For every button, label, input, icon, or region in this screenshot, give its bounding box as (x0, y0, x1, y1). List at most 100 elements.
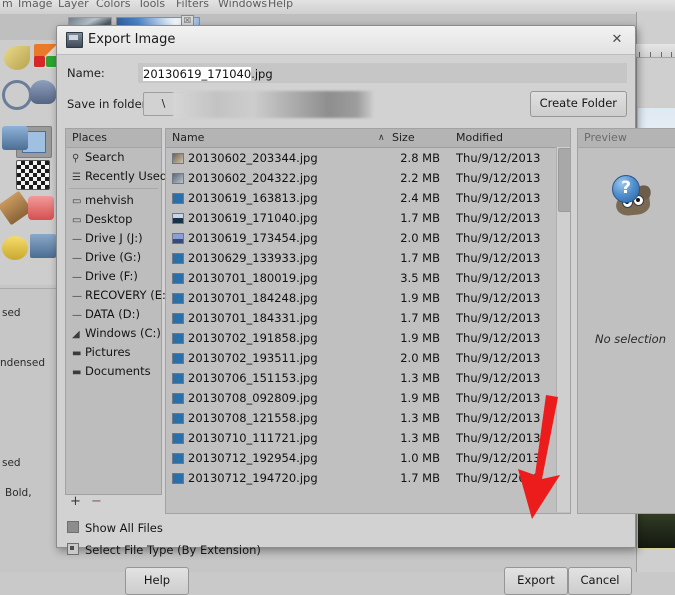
menu-item-colors[interactable]: Colors (96, 0, 130, 10)
column-header-size[interactable]: Size (392, 129, 415, 147)
sort-ascending-icon: ∧ (378, 133, 385, 143)
file-name: 20130712_194720.jpg (188, 471, 318, 485)
tool-airbrush-icon[interactable] (30, 80, 56, 104)
name-label: Name: (67, 66, 105, 80)
file-row[interactable]: 20130619_163813.jpg 2.4 MB Thu/9/12/2013 (166, 188, 570, 208)
file-row[interactable]: 20130702_193511.jpg 2.0 MB Thu/9/12/2013 (166, 348, 570, 368)
places-item-drive-f[interactable]: — Drive (F:) (66, 267, 161, 286)
folder-path-redacted (173, 91, 373, 118)
help-button[interactable]: Help (125, 567, 189, 595)
file-row[interactable]: 20130708_092809.jpg 1.9 MB Thu/9/12/2013 (166, 388, 570, 408)
places-item-drive-j-j[interactable]: — Drive J (J:) (66, 229, 161, 248)
column-header-modified[interactable]: Modified (456, 129, 503, 147)
remove-place-button[interactable]: − (91, 494, 102, 509)
file-modified: Thu/9/12/2013 (456, 431, 541, 445)
file-size: 2.4 MB (400, 191, 440, 205)
file-name: 20130708_092809.jpg (188, 391, 318, 405)
file-size: 1.3 MB (400, 411, 440, 425)
places-add-remove-controls: + − (65, 494, 165, 512)
file-row[interactable]: 20130701_180019.jpg 3.5 MB Thu/9/12/2013 (166, 268, 570, 288)
tool-eraser-icon[interactable] (28, 196, 54, 220)
tool-checkerboard-icon[interactable] (16, 160, 50, 190)
places-item-documents[interactable]: ▬ Documents (66, 362, 161, 381)
file-row[interactable]: 20130710_111721.jpg 1.3 MB Thu/9/12/2013 (166, 428, 570, 448)
places-item-recovery-e[interactable]: — RECOVERY (E:) (66, 286, 170, 305)
file-list: Name ∧ Size Modified 20130602_203344.jpg… (165, 128, 571, 514)
file-row[interactable]: 20130701_184248.jpg 1.9 MB Thu/9/12/2013 (166, 288, 570, 308)
places-item-desktop[interactable]: ▭ Desktop (66, 210, 161, 229)
select-file-type-expander[interactable]: Select File Type (By Extension) (67, 543, 261, 557)
tool-bucket-icon[interactable] (2, 126, 28, 150)
file-thumbnail-icon (172, 173, 184, 184)
filename-input[interactable]: 20130619_171040.jpg (138, 63, 627, 83)
menu-item-windows[interactable]: Windows (218, 0, 267, 10)
places-item-recently-used[interactable]: ☰ Recently Used (66, 167, 167, 186)
drive-icon: — (72, 253, 82, 264)
places-item-search[interactable]: ⚲ Search (66, 148, 161, 167)
menu-item-image[interactable]: Image (18, 0, 52, 10)
create-folder-button[interactable]: Create Folder (529, 91, 627, 117)
file-thumbnail-icon (172, 333, 184, 344)
menu-item-layer[interactable]: Layer (58, 0, 89, 10)
places-header: Places (66, 129, 161, 148)
places-item-label: Documents (85, 364, 151, 378)
menu-bar[interactable]: m Image Layer Colors Tools Filters Windo… (0, 0, 675, 14)
places-item-data-d[interactable]: — DATA (D:) (66, 305, 161, 324)
menu-item-tools[interactable]: Tools (138, 0, 165, 10)
tool-blend-icon[interactable] (4, 46, 30, 70)
recent-icon: ☰ (72, 172, 81, 183)
places-item-label: Search (85, 150, 125, 164)
dialog-title-bar[interactable]: Export Image ✕ (57, 26, 635, 55)
tool-clone-icon[interactable] (30, 234, 56, 258)
places-item-label: RECOVERY (E:) (85, 288, 171, 302)
file-row[interactable]: 20130712_192954.jpg 1.0 MB Thu/9/12/2013 (166, 448, 570, 468)
file-row[interactable]: 20130708_121558.jpg 1.3 MB Thu/9/12/2013 (166, 408, 570, 428)
file-modified: Thu/9/12/2013 (456, 211, 541, 225)
file-row[interactable]: 20130602_203344.jpg 2.8 MB Thu/9/12/2013 (166, 148, 570, 168)
file-row[interactable]: 20130629_133933.jpg 1.7 MB Thu/9/12/2013 (166, 248, 570, 268)
show-all-files-checkbox[interactable]: Show All Files (67, 521, 163, 535)
file-name: 20130702_193511.jpg (188, 351, 318, 365)
file-list-scrollbar[interactable] (556, 147, 570, 512)
file-modified: Thu/9/12/2013 (456, 191, 541, 205)
places-item-pictures[interactable]: ▬ Pictures (66, 343, 161, 362)
file-thumbnail-icon (172, 473, 184, 484)
file-name: 20130619_173454.jpg (188, 231, 318, 245)
scrollbar-thumb[interactable] (558, 148, 570, 212)
file-row[interactable]: 20130706_151153.jpg 1.3 MB Thu/9/12/2013 (166, 368, 570, 388)
menu-item-help[interactable]: Help (268, 0, 293, 10)
add-place-button[interactable]: + (70, 494, 81, 509)
file-row[interactable]: 20130619_173454.jpg 2.0 MB Thu/9/12/2013 (166, 228, 570, 248)
file-thumbnail-icon (172, 233, 184, 244)
column-header-name[interactable]: Name (172, 129, 204, 147)
file-size: 1.7 MB (400, 211, 440, 225)
file-modified: Thu/9/12/2013 (456, 291, 541, 305)
file-size: 1.9 MB (400, 291, 440, 305)
places-item-mehvish[interactable]: ▭ mehvish (66, 191, 161, 210)
menu-item-filters[interactable]: Filters (176, 0, 209, 10)
file-row[interactable]: 20130619_171040.jpg 1.7 MB Thu/9/12/2013 (166, 208, 570, 228)
places-item-windows-c[interactable]: ◢ Windows (C:) (66, 324, 161, 343)
file-row[interactable]: 20130702_191858.jpg 1.9 MB Thu/9/12/2013 (166, 328, 570, 348)
places-item-drive-g[interactable]: — Drive (G:) (66, 248, 161, 267)
close-icon[interactable]: ✕ (608, 31, 626, 49)
tool-color-red-icon[interactable] (34, 56, 45, 67)
file-thumbnail-icon (172, 413, 184, 424)
places-item-list: ⚲ Search ☰ Recently Used ▭ mehvish ▭ Desktop — Dr… (66, 148, 170, 381)
file-row[interactable]: 20130712_194720.jpg 1.7 MB Thu/9/12/2013 (166, 468, 570, 488)
file-thumbnail-icon (172, 433, 184, 444)
cancel-button[interactable]: Cancel (568, 567, 632, 595)
file-row[interactable]: 20130701_184331.jpg 1.7 MB Thu/9/12/2013 (166, 308, 570, 328)
file-name: 20130712_192954.jpg (188, 451, 318, 465)
file-name: 20130602_203344.jpg (188, 151, 318, 165)
places-item-label: mehvish (85, 193, 134, 207)
menu-item-0[interactable]: m (2, 0, 13, 10)
export-button[interactable]: Export (504, 567, 568, 595)
file-thumbnail-icon (172, 253, 184, 264)
tool-zoom-icon[interactable] (2, 80, 32, 110)
places-item-label: Drive J (J:) (85, 231, 143, 245)
pictures-folder-icon: ▬ (72, 348, 82, 359)
file-row[interactable]: 20130602_204322.jpg 2.2 MB Thu/9/12/2013 (166, 168, 570, 188)
file-name: 20130619_171040.jpg (188, 211, 318, 225)
tool-smudge-icon[interactable] (2, 236, 28, 260)
